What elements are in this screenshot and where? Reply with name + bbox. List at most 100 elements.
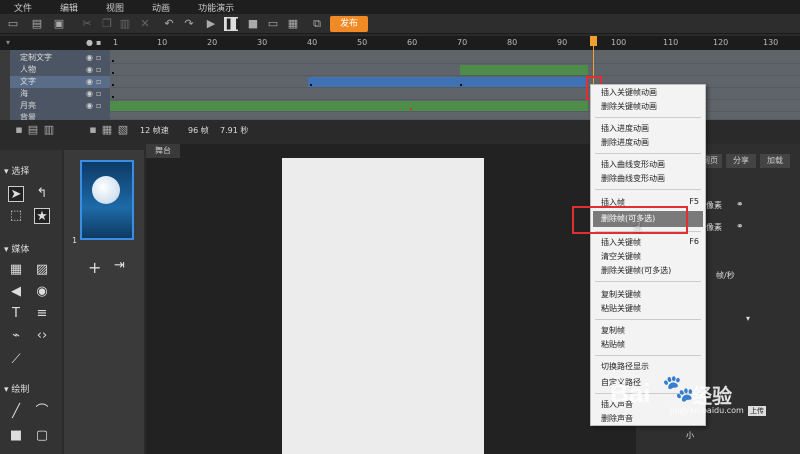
lock-icon[interactable]: ▫ (96, 88, 101, 100)
frames-icon[interactable]: ▦ (100, 123, 114, 137)
lock-icon[interactable]: ▫ (96, 64, 101, 76)
menu-item[interactable]: 删除关键帧(可多选) (601, 265, 671, 277)
save-icon[interactable]: ▣ (52, 17, 66, 31)
menu-item[interactable]: 复制关键帧 (601, 289, 641, 301)
frame-span[interactable] (308, 77, 588, 87)
video-tool-icon[interactable]: ◉ (34, 284, 50, 300)
menu-item[interactable]: 删除进度动画 (601, 137, 649, 149)
menu-item[interactable]: 复制帧 (601, 325, 625, 337)
layer-row[interactable]: 背景 (10, 112, 110, 120)
tab-stage[interactable]: 舞台 (146, 144, 180, 158)
pointer-tool-icon[interactable]: ➤ (8, 186, 24, 202)
dropdown-chevron-icon[interactable]: ▾ (746, 314, 750, 323)
eye-icon[interactable]: ◉ (86, 76, 93, 88)
menu-item[interactable]: 删除关键帧动画 (601, 101, 657, 113)
code-tool-icon[interactable]: ‹› (34, 328, 50, 344)
undo-icon[interactable]: ↶ (162, 17, 176, 31)
menu-item[interactable]: 粘贴关键帧 (601, 303, 641, 315)
export-icon[interactable]: ⧉ (310, 17, 324, 31)
redo-icon[interactable]: ↷ (182, 17, 196, 31)
transform-tool-icon[interactable]: ⬚ (8, 208, 24, 224)
keyframe[interactable] (410, 108, 412, 110)
tab-share[interactable]: 分享 (726, 154, 756, 168)
menu-item[interactable]: 插入关键帧 (601, 237, 641, 249)
menu-edit[interactable]: 编辑 (46, 1, 92, 14)
cut-icon[interactable]: ✂ (80, 17, 94, 31)
stage-canvas[interactable] (282, 158, 484, 454)
eye-icon[interactable]: ◉ (86, 52, 93, 64)
menu-file[interactable]: 文件 (0, 1, 46, 14)
link-tool-icon[interactable]: ⌁ (8, 328, 24, 344)
timeline-ruler[interactable]: ▾ ● ▪ 1 10 20 30 40 50 60 70 80 90 100 1… (0, 36, 800, 50)
lock-icon[interactable]: ▫ (96, 52, 101, 64)
stop-icon[interactable]: ■ (246, 17, 260, 31)
frame-row[interactable] (110, 52, 800, 64)
layer-row[interactable]: 定制文字 ◉ ▫ (10, 52, 110, 64)
menu-item[interactable]: 插入进度动画 (601, 123, 649, 135)
rect-tool-icon[interactable]: ■ (8, 428, 24, 444)
new-file-icon[interactable]: ▭ (6, 17, 20, 31)
add-folder-icon[interactable]: ▤ (26, 123, 40, 137)
lock-icon[interactable]: ▫ (96, 76, 101, 88)
node-tool-icon[interactable]: ↰ (34, 186, 50, 202)
trash-icon[interactable]: ▥ (42, 123, 56, 137)
paragraph-tool-icon[interactable]: ≡ (34, 306, 50, 322)
keyframe[interactable] (112, 84, 114, 86)
menu-item[interactable]: 删除曲线变形动画 (601, 173, 665, 185)
stage-tool-icon[interactable]: ★ (34, 208, 50, 224)
keyframe[interactable] (112, 60, 114, 62)
tab-load[interactable]: 加载 (760, 154, 790, 168)
chart-tool-icon[interactable]: ⟋ (8, 352, 24, 368)
onion-icon[interactable]: ▧ (116, 123, 130, 137)
open-folder-icon[interactable]: ▤ (30, 17, 44, 31)
menu-item[interactable]: 清空关键帧 (601, 251, 641, 263)
add-layer-icon[interactable]: ▪ (12, 123, 26, 137)
menu-item[interactable]: 切换路径显示 (601, 361, 649, 373)
add-scene-icon[interactable]: + (88, 258, 101, 277)
menu-animation[interactable]: 动画 (138, 1, 184, 14)
menu-demo[interactable]: 功能演示 (184, 1, 248, 14)
frame-span[interactable] (460, 65, 588, 75)
eye-icon[interactable]: ◉ (86, 100, 93, 112)
layer-row[interactable]: 海 ◉ ▫ (10, 88, 110, 100)
pause-icon[interactable]: ❚❚ (224, 17, 242, 31)
menu-item[interactable]: 粘贴帧 (601, 339, 625, 351)
keyframe[interactable] (460, 84, 462, 86)
publish-button[interactable]: 发布 (330, 16, 368, 32)
eye-icon[interactable]: ◉ (86, 88, 93, 100)
sound-tool-icon[interactable]: ◀ (8, 284, 24, 300)
ruler-tick: 60 (407, 38, 418, 47)
keyframe[interactable] (310, 84, 312, 86)
scene-thumbnail[interactable] (80, 160, 134, 240)
grid-tool-icon[interactable]: ▦ (8, 262, 24, 278)
layer-row-selected[interactable]: 文字 ◉ ▫ (10, 76, 110, 88)
delete-icon[interactable]: ✕ (138, 17, 152, 31)
line-tool-icon[interactable]: ╱ (8, 404, 24, 420)
frame-row[interactable] (110, 64, 800, 76)
moon-image (92, 176, 120, 204)
image-tool-icon[interactable]: ▨ (34, 262, 50, 278)
keyframe[interactable] (112, 72, 114, 74)
frame-icon[interactable]: ▪ (86, 123, 100, 137)
layer-row[interactable]: 月亮 ◉ ▫ (10, 100, 110, 112)
preview-icon[interactable]: ▭ (266, 17, 280, 31)
rounded-rect-tool-icon[interactable]: ▢ (34, 428, 50, 444)
layer-row[interactable]: 人物 ◉ ▫ (10, 64, 110, 76)
text-tool-icon[interactable]: T (8, 306, 24, 322)
play-icon[interactable]: ▶ (204, 17, 218, 31)
size-select[interactable]: 小 (686, 430, 694, 441)
frame-span[interactable] (110, 101, 588, 111)
curve-tool-icon[interactable]: ⌒ (34, 404, 50, 420)
link-icon[interactable]: ⚭ (736, 222, 744, 232)
keyframe[interactable] (112, 96, 114, 98)
qrcode-icon[interactable]: ▦ (286, 17, 300, 31)
menu-item[interactable]: 插入关键帧动画 (601, 87, 657, 99)
lock-icon[interactable]: ▫ (96, 100, 101, 112)
eye-icon[interactable]: ◉ (86, 64, 93, 76)
paste-icon[interactable]: ▥ (118, 17, 132, 31)
link-icon[interactable]: ⚭ (736, 200, 744, 210)
copy-icon[interactable]: ❐ (100, 17, 114, 31)
menu-view[interactable]: 视图 (92, 1, 138, 14)
menu-item[interactable]: 插入曲线变形动画 (601, 159, 665, 171)
import-scene-icon[interactable]: ⇥ (114, 258, 125, 273)
